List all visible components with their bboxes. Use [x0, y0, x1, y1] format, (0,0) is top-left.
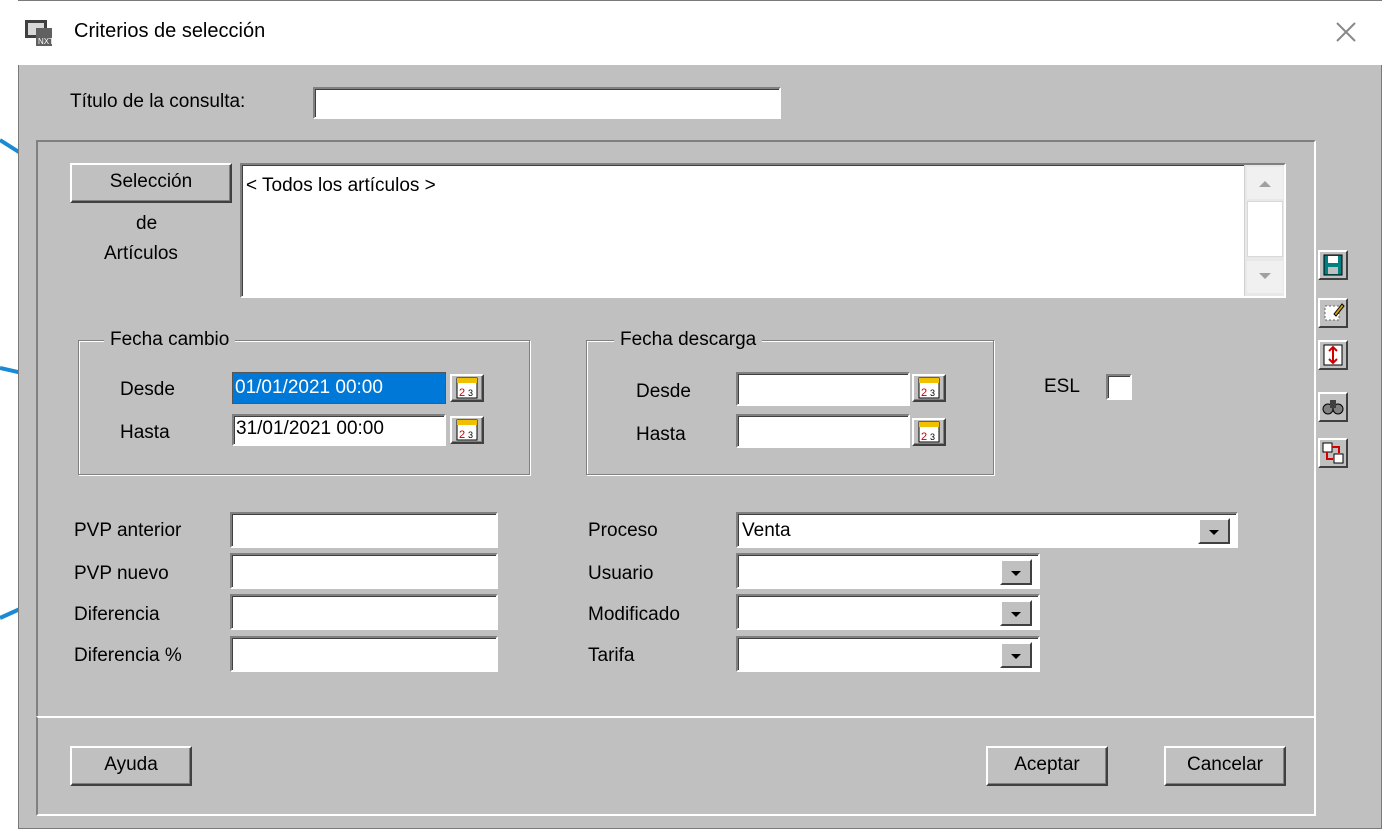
calendar-icon: 23	[918, 377, 940, 399]
search-button[interactable]	[1318, 392, 1348, 422]
fecha-cambio-hasta-label: Hasta	[120, 422, 170, 443]
article-caption-de: de	[136, 213, 158, 234]
svg-text:3: 3	[468, 430, 473, 440]
diferencia-pct-label: Diferencia %	[74, 645, 182, 666]
fecha-cambio-hasta-calendar-button[interactable]: 23	[450, 416, 484, 444]
scroll-thumb[interactable]	[1247, 201, 1283, 257]
fecha-cambio-desde-calendar-button[interactable]: 23	[450, 374, 484, 402]
fecha-cambio-hasta-input[interactable]: 31/01/2021 00:00	[232, 414, 446, 446]
fecha-descarga-desde-label: Desde	[636, 381, 691, 402]
modificado-label: Modificado	[588, 604, 680, 625]
help-button[interactable]: Ayuda	[70, 746, 192, 786]
fecha-descarga-desde-calendar-button[interactable]: 23	[912, 374, 946, 402]
query-title-label: Título de la consulta:	[70, 91, 246, 112]
fecha-descarga-hasta-input[interactable]	[736, 414, 910, 448]
app-icon: NXT	[24, 18, 54, 48]
fecha-descarga-group	[586, 340, 994, 475]
transfer-icon	[1322, 442, 1344, 464]
chevron-down-icon	[1209, 530, 1219, 535]
proceso-label: Proceso	[588, 520, 658, 541]
resize-icon	[1323, 344, 1343, 366]
fecha-descarga-legend: Fecha descarga	[614, 329, 763, 351]
calendar-icon: 23	[918, 421, 940, 443]
article-list-scrollbar[interactable]	[1244, 165, 1284, 296]
article-list[interactable]: < Todos los artículos >	[240, 163, 1286, 298]
footer-panel	[36, 716, 1316, 816]
chevron-down-icon	[1011, 571, 1021, 576]
diferencia-input[interactable]	[230, 594, 498, 630]
proceso-select[interactable]: Venta	[736, 512, 1238, 548]
esl-label: ESL	[1044, 376, 1080, 397]
eraser-icon	[1324, 303, 1345, 321]
svg-text:2: 2	[459, 429, 465, 441]
svg-text:3: 3	[468, 388, 473, 398]
cancel-button[interactable]: Cancelar	[1164, 746, 1286, 786]
modificado-dropdown-arrow[interactable]	[1000, 600, 1032, 626]
modificado-select[interactable]	[736, 594, 1040, 630]
fecha-cambio-desde-label: Desde	[120, 379, 175, 400]
save-icon	[1323, 254, 1343, 276]
save-query-button[interactable]	[1318, 250, 1348, 280]
svg-text:3: 3	[930, 432, 935, 442]
close-icon[interactable]	[1332, 18, 1360, 46]
fecha-descarga-hasta-calendar-button[interactable]: 23	[912, 418, 946, 446]
scroll-down-icon[interactable]	[1247, 261, 1283, 293]
article-caption-articulos: Artículos	[104, 243, 178, 264]
fecha-descarga-desde-input[interactable]	[736, 372, 910, 406]
accept-button-label: Aceptar	[1014, 754, 1080, 775]
usuario-dropdown-arrow[interactable]	[1000, 559, 1032, 585]
pvp-anterior-label: PVP anterior	[74, 520, 182, 541]
fecha-cambio-desde-input[interactable]: 01/01/2021 00:00	[232, 372, 446, 404]
transfer-button[interactable]	[1318, 438, 1348, 468]
fecha-descarga-hasta-label: Hasta	[636, 424, 686, 445]
fecha-cambio-legend: Fecha cambio	[104, 329, 236, 351]
cancel-button-label: Cancelar	[1186, 754, 1264, 775]
proceso-select-value: Venta	[742, 520, 791, 541]
binoculars-icon	[1322, 400, 1344, 415]
svg-text:2: 2	[921, 387, 927, 399]
query-title-input[interactable]	[313, 87, 781, 119]
proceso-dropdown-arrow[interactable]	[1198, 518, 1230, 544]
help-button-label: Ayuda	[104, 754, 158, 775]
tarifa-dropdown-arrow[interactable]	[1000, 642, 1032, 668]
calendar-icon: 23	[456, 377, 478, 399]
article-selection-button[interactable]: Selección	[70, 163, 232, 203]
pvp-nuevo-label: PVP nuevo	[74, 563, 169, 584]
usuario-select[interactable]	[736, 553, 1040, 589]
svg-text:NXT: NXT	[38, 37, 54, 46]
resize-button[interactable]	[1318, 340, 1348, 370]
svg-text:3: 3	[930, 388, 935, 398]
pvp-anterior-input[interactable]	[230, 512, 498, 548]
diferencia-label: Diferencia	[74, 604, 160, 625]
pvp-nuevo-input[interactable]	[230, 553, 498, 589]
tarifa-label: Tarifa	[588, 645, 635, 666]
clear-button[interactable]	[1318, 298, 1348, 328]
esl-checkbox[interactable]	[1106, 374, 1132, 400]
fecha-cambio-group	[78, 340, 530, 475]
svg-text:2: 2	[921, 431, 927, 443]
scroll-up-icon[interactable]	[1247, 167, 1283, 199]
usuario-label: Usuario	[588, 563, 654, 584]
window-title: Criterios de selección	[74, 20, 266, 42]
calendar-icon: 23	[456, 419, 478, 441]
chevron-down-icon	[1011, 612, 1021, 617]
svg-text:2: 2	[459, 387, 465, 399]
accept-button[interactable]: Aceptar	[986, 746, 1108, 786]
tarifa-select[interactable]	[736, 636, 1040, 672]
diferencia-pct-input[interactable]	[230, 636, 498, 672]
chevron-down-icon	[1011, 654, 1021, 659]
article-list-item[interactable]: < Todos los artículos >	[244, 173, 436, 199]
